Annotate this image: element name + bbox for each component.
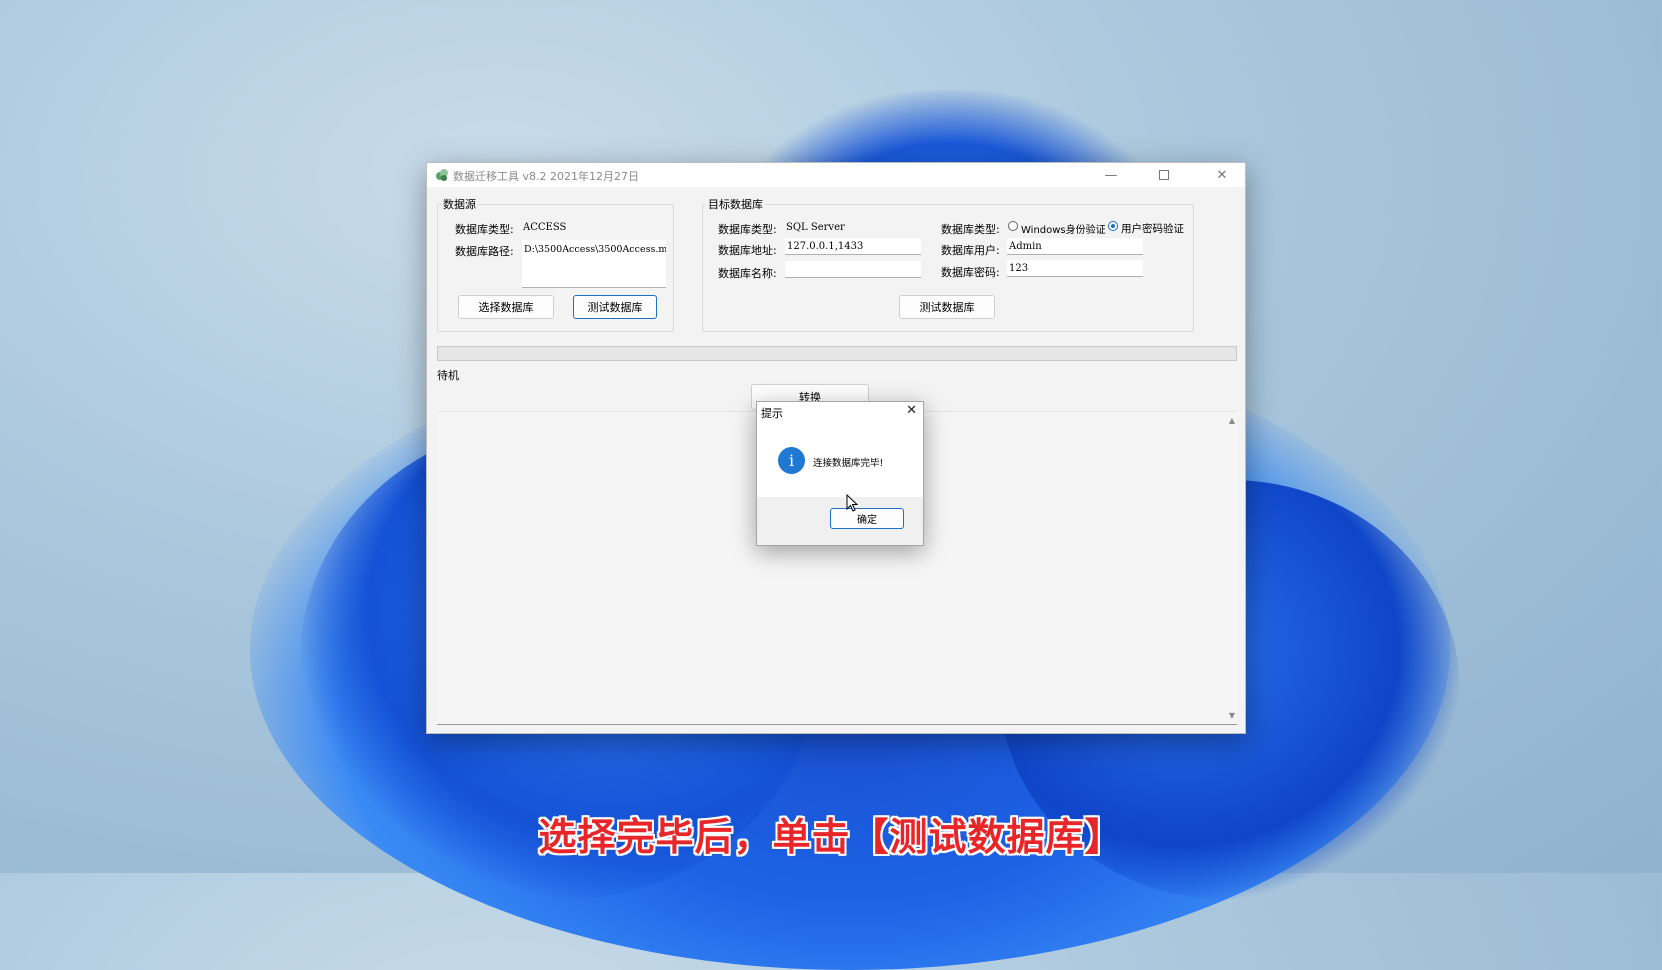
message-dialog: 提示 ✕ i 连接数据库完毕! 确定 <box>756 401 924 546</box>
window-title: 数据迁移工具 v8.2 2021年12月27日 <box>453 170 639 183</box>
source-db-type-label: 数据库类型: <box>455 223 514 236</box>
close-icon: ✕ <box>1216 167 1228 183</box>
dialog-message: 连接数据库完毕! <box>813 458 884 469</box>
target-db-name-input[interactable] <box>785 261 921 278</box>
target-db-type-value: SQL Server <box>786 222 845 233</box>
status-text: 待机 <box>437 369 459 382</box>
maximize-icon <box>1159 170 1169 180</box>
target-db-user-label: 数据库用户: <box>941 244 1000 257</box>
minimize-icon: — <box>1104 167 1118 183</box>
target-test-database-button[interactable]: 测试数据库 <box>899 295 995 319</box>
auth-windows-label[interactable]: Windows身份验证 <box>1021 221 1106 236</box>
target-db-user-input[interactable] <box>1007 238 1143 255</box>
source-group-label: 数据源 <box>441 196 478 212</box>
close-button[interactable]: ✕ <box>1202 163 1242 187</box>
target-db-name-label: 数据库名称: <box>718 267 777 280</box>
target-db-type-label: 数据库类型: <box>718 223 777 236</box>
dialog-title: 提示 <box>761 407 783 420</box>
auth-windows-radio[interactable] <box>1008 221 1018 231</box>
dialog-footer: 确定 <box>757 497 923 545</box>
target-group-label: 目标数据库 <box>706 196 765 212</box>
dialog-close-icon[interactable]: ✕ <box>906 403 917 418</box>
source-db-type-value: ACCESS <box>523 222 567 233</box>
target-auth-label: 数据库类型: <box>941 223 1000 236</box>
source-test-database-button[interactable]: 测试数据库 <box>573 295 657 319</box>
app-icon <box>436 169 448 181</box>
source-db-path-input[interactable]: D:\3500Access\3500Access.mdb <box>522 240 666 288</box>
title-bar[interactable]: 数据迁移工具 v8.2 2021年12月27日 — ✕ <box>427 163 1245 187</box>
maximize-button[interactable] <box>1144 163 1184 187</box>
mouse-cursor-icon <box>846 494 859 512</box>
target-db-password-label: 数据库密码: <box>941 266 1000 279</box>
minimize-button[interactable]: — <box>1091 163 1131 187</box>
auth-password-radio[interactable] <box>1108 221 1118 231</box>
source-db-path-label: 数据库路径: <box>455 245 514 258</box>
ok-button[interactable]: 确定 <box>830 508 904 529</box>
target-db-password-input[interactable] <box>1007 260 1143 277</box>
scroll-up-icon[interactable]: ▲ <box>1229 416 1235 425</box>
target-db-address-label: 数据库地址: <box>718 244 777 257</box>
target-db-address-input[interactable] <box>785 238 921 255</box>
scroll-down-icon[interactable]: ▼ <box>1229 711 1235 720</box>
auth-password-label[interactable]: 用户密码验证 <box>1121 221 1184 236</box>
video-caption: 选择完毕后，单击【测试数据库】 <box>538 815 1124 859</box>
select-database-button[interactable]: 选择数据库 <box>458 295 554 319</box>
info-icon: i <box>778 447 805 474</box>
conversion-progress-bar <box>437 346 1237 361</box>
